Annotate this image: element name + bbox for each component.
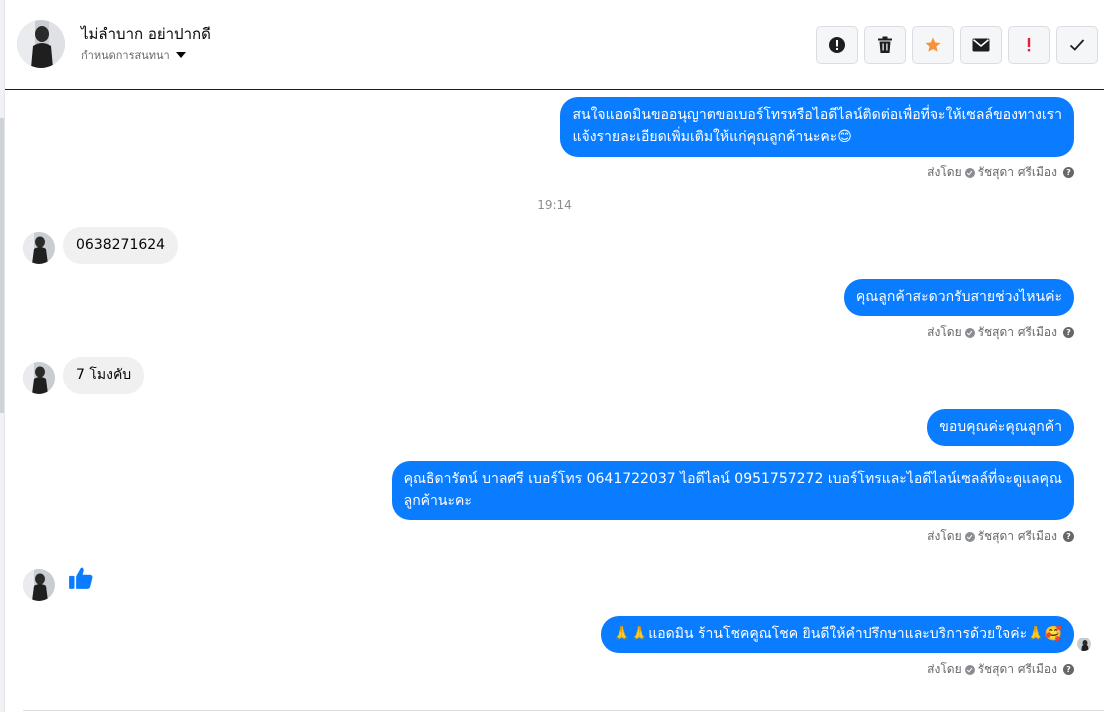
- message-line: ลูกค้านะคะ: [403, 493, 472, 509]
- contact-avatar-small[interactable]: [23, 569, 55, 601]
- trash-icon: [878, 36, 892, 53]
- sent-by-label: ส่งโดย: [927, 529, 962, 543]
- delete-button[interactable]: [864, 26, 906, 64]
- mark-unread-button[interactable]: [960, 26, 1002, 64]
- incoming-message[interactable]: 0638271624: [63, 227, 179, 264]
- star-button[interactable]: [912, 26, 954, 64]
- sent-by-label: ส่งโดย: [927, 662, 962, 676]
- mark-important-button[interactable]: [1008, 26, 1050, 64]
- composer-divider: [23, 710, 1104, 711]
- contact-avatar-small[interactable]: [23, 362, 55, 394]
- sent-by-agent: รัชสุดา ศรีเมือง: [977, 529, 1057, 543]
- important-icon: [1027, 38, 1031, 52]
- mark-spam-button[interactable]: [816, 26, 858, 64]
- conversation-schedule-dropdown[interactable]: กำหนดการสนทนา: [81, 46, 186, 64]
- help-icon[interactable]: ?: [1063, 327, 1074, 338]
- outgoing-message[interactable]: คุณธิดารัตน์ บาลศรี เบอร์โทร 0641722037 …: [391, 461, 1074, 520]
- sent-by-agent: รัชสุดา ศรีเมือง: [977, 325, 1057, 339]
- star-icon: [925, 37, 941, 52]
- spam-icon: [829, 37, 845, 53]
- sent-by-agent: รัชสุดา ศรีเมือง: [977, 165, 1057, 179]
- message-line: คุณธิดารัตน์ บาลศรี เบอร์โทร 0641722037 …: [403, 471, 1062, 487]
- contact-avatar-small[interactable]: [23, 232, 55, 264]
- sent-by-meta: ส่งโดย รัชสุดา ศรีเมือง ?: [927, 660, 1074, 679]
- incoming-message[interactable]: 7 โมงคับ: [63, 357, 145, 394]
- help-icon[interactable]: ?: [1063, 664, 1074, 675]
- outgoing-message[interactable]: ขอบคุณค่ะคุณลูกค้า: [927, 409, 1074, 446]
- sent-by-label: ส่งโดย: [927, 165, 962, 179]
- contact-name: ไม่ลำบาก อย่าปากดี: [81, 25, 211, 43]
- seen-avatar: [1077, 637, 1091, 651]
- outgoing-message[interactable]: คุณลูกค้าสะดวกรับสายช่วงไหนค่ะ: [843, 279, 1074, 316]
- sent-by-agent: รัชสุดา ศรีเมือง: [977, 662, 1057, 676]
- caret-down-icon: [175, 52, 186, 58]
- checkmark-icon: [1069, 39, 1085, 51]
- envelope-icon: [972, 38, 990, 52]
- sent-by-meta: ส่งโดย รัชสุดา ศรีเมือง ?: [927, 527, 1074, 546]
- time-divider: 19:14: [537, 198, 572, 212]
- conversation-header: ไม่ลำบาก อย่าปากดี กำหนดการสนทนา: [5, 0, 1104, 90]
- contact-avatar[interactable]: [17, 20, 65, 68]
- help-icon[interactable]: ?: [1063, 531, 1074, 542]
- sent-by-meta: ส่งโดย รัชสุดา ศรีเมือง ?: [927, 163, 1074, 182]
- verified-icon: [964, 167, 975, 178]
- message-thread[interactable]: สนใจแอดมินขออนุญาตขอเบอร์โทรหรือไอดีไลน์…: [5, 91, 1104, 712]
- sent-by-meta: ส่งโดย รัชสุดา ศรีเมือง ?: [927, 323, 1074, 342]
- verified-icon: [964, 531, 975, 542]
- message-line: สนใจแอดมินขออนุญาตขอเบอร์โทรหรือไอดีไลน์…: [572, 107, 1062, 123]
- verified-icon: [964, 327, 975, 338]
- outgoing-message[interactable]: 🙏🙏แอดมิน ร้านโชคคูณโชค ยินดีให้คำปรึกษาแ…: [601, 616, 1074, 653]
- mark-done-button[interactable]: [1056, 26, 1098, 64]
- help-icon[interactable]: ?: [1063, 167, 1074, 178]
- sent-by-label: ส่งโดย: [927, 325, 962, 339]
- left-scrollbar[interactable]: [0, 118, 4, 413]
- conversation-schedule-label: กำหนดการสนทนา: [81, 49, 170, 62]
- conversation-toolbar: [816, 26, 1098, 64]
- verified-icon: [964, 664, 975, 675]
- message-line: แจ้งรายละเอียดเพิ่มเติมให้แก่คุณลูกค้านะ…: [572, 129, 852, 145]
- outgoing-message[interactable]: สนใจแอดมินขออนุญาตขอเบอร์โทรหรือไอดีไลน์…: [560, 97, 1074, 157]
- thumbs-up-icon[interactable]: [68, 565, 94, 595]
